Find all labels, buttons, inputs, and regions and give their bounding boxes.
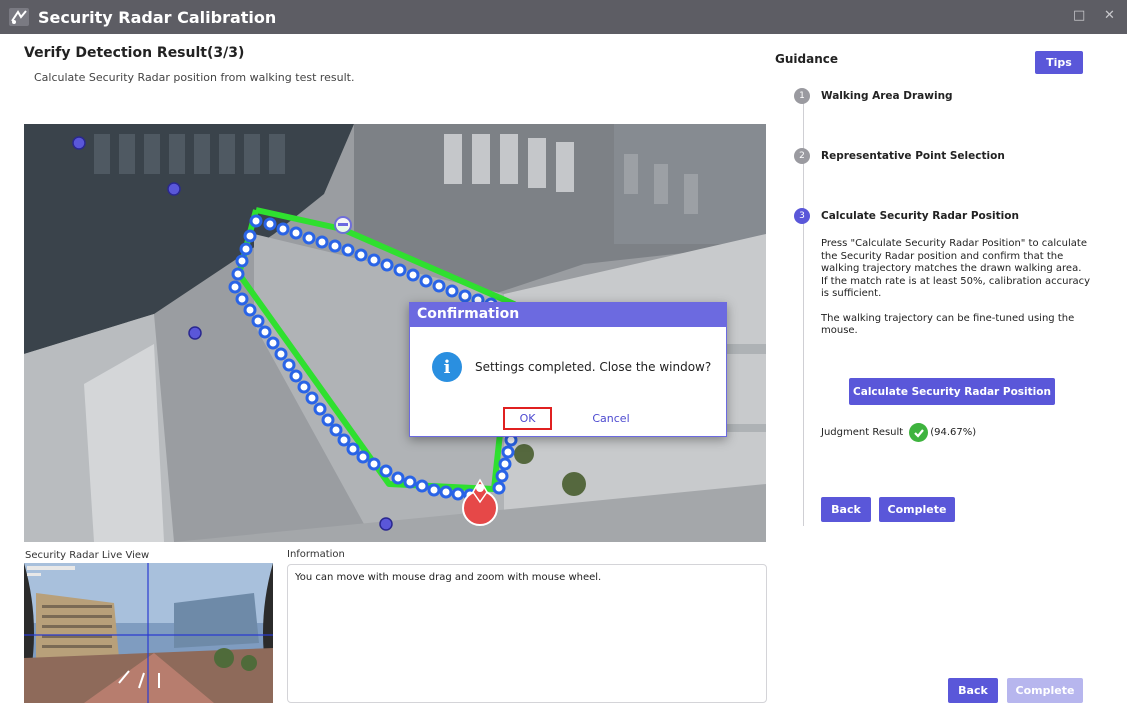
- calculate-radar-position-button[interactable]: Calculate Security Radar Position: [849, 378, 1055, 405]
- information-box: You can move with mouse drag and zoom wi…: [287, 564, 767, 703]
- description-paragraph: Press "Calculate Security Radar Position…: [821, 238, 1087, 274]
- step-representative-point-selection: 2 Representative Point Selection: [794, 148, 1005, 164]
- confirmation-dialog: Confirmation i Settings completed. Close…: [409, 302, 727, 437]
- information-label: Information: [287, 549, 345, 560]
- page-title: Verify Detection Result(3/3): [24, 45, 245, 61]
- step-complete-button[interactable]: Complete: [879, 497, 955, 522]
- page-subtitle: Calculate Security Radar position from w…: [34, 71, 355, 84]
- complete-button[interactable]: Complete: [1007, 678, 1083, 703]
- judgment-result: Judgment Result (94.67%): [821, 423, 976, 442]
- back-button[interactable]: Back: [948, 678, 998, 703]
- information-text: You can move with mouse drag and zoom wi…: [295, 572, 602, 583]
- title-bar: Security Radar Calibration □ ✕: [0, 0, 1127, 34]
- cancel-button[interactable]: Cancel: [588, 407, 634, 430]
- step-label: Calculate Security Radar Position: [821, 210, 1019, 222]
- step-calculate-radar-position: 3 Calculate Security Radar Position: [794, 208, 1019, 224]
- tips-button[interactable]: Tips: [1035, 51, 1083, 74]
- app-logo-icon: [6, 4, 32, 30]
- dialog-title: Confirmation: [410, 303, 726, 327]
- maximize-icon[interactable]: □: [1073, 8, 1085, 23]
- description-paragraph: The walking trajectory can be fine-tuned…: [821, 312, 1075, 337]
- step-back-button[interactable]: Back: [821, 497, 871, 522]
- info-icon: i: [432, 352, 462, 382]
- check-icon: [909, 423, 929, 442]
- step-label: Representative Point Selection: [821, 150, 1005, 162]
- window-title: Security Radar Calibration: [38, 7, 277, 27]
- close-icon[interactable]: ✕: [1104, 8, 1115, 23]
- step-number: 1: [794, 88, 810, 104]
- step-description: Press "Calculate Security Radar Position…: [821, 238, 1091, 338]
- camera-live-view: [24, 563, 273, 703]
- step-number: 2: [794, 148, 810, 164]
- dialog-message: Settings completed. Close the window?: [475, 360, 712, 374]
- step-label: Walking Area Drawing: [821, 90, 953, 102]
- live-view-label: Security Radar Live View: [25, 550, 150, 561]
- judgment-label: Judgment Result: [821, 427, 904, 438]
- judgment-value: (94.67%): [930, 427, 977, 438]
- ok-button[interactable]: OK: [503, 407, 552, 430]
- step-walking-area-drawing: 1 Walking Area Drawing: [794, 88, 953, 104]
- guidance-title: Guidance: [775, 52, 838, 66]
- step-number: 3: [794, 208, 810, 224]
- description-paragraph: If the match rate is at least 50%, calib…: [821, 275, 1091, 300]
